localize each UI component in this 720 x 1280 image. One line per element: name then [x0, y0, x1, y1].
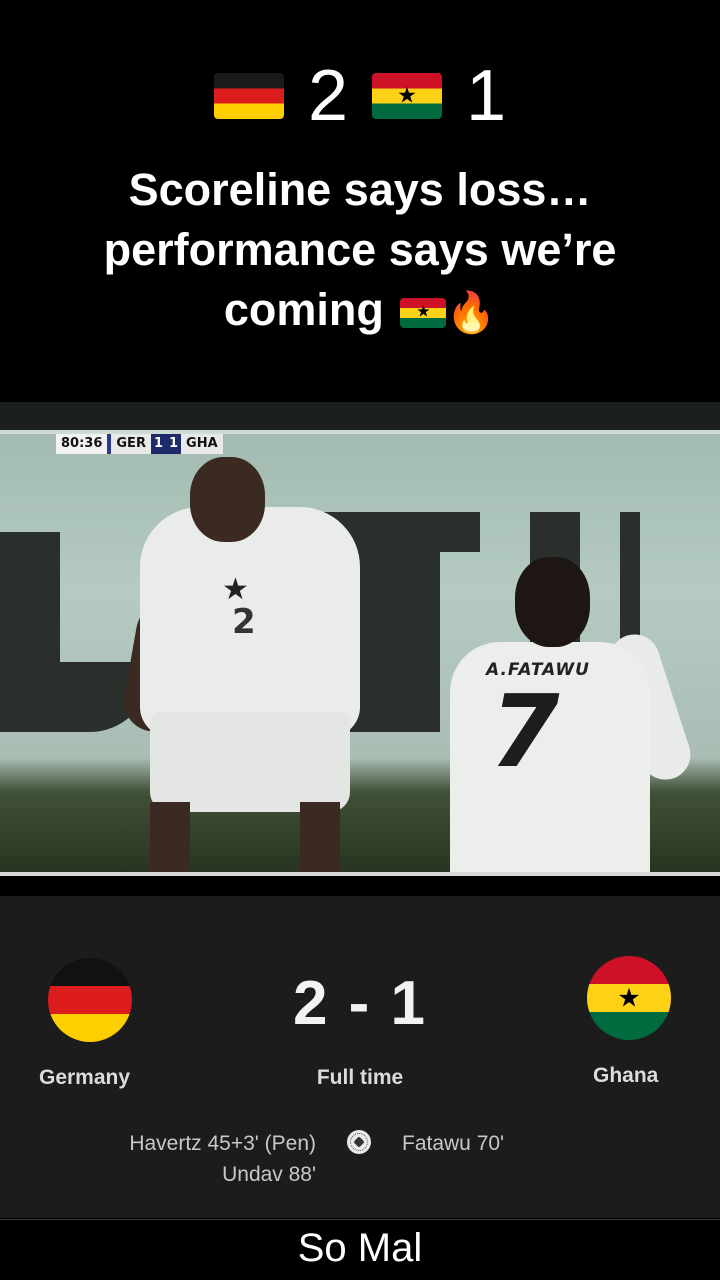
jersey-number: 7 [490, 673, 560, 790]
away-scorer: Fatawu 70' [402, 1132, 505, 1155]
player-head [515, 557, 590, 647]
headline-home-score: 2 [307, 56, 348, 136]
scorebug-home-goals: 1 [150, 434, 166, 454]
scorebug-away-team: GHA [181, 434, 223, 454]
scorebug-away-goals: 1 [166, 434, 182, 454]
player-leg [150, 802, 190, 876]
ghana-flag-icon: ★ [587, 956, 671, 1040]
jersey-number: 2 [232, 602, 256, 642]
player-head [190, 457, 265, 542]
ghana-flag-icon: ★ [400, 298, 447, 329]
match-result-card: Germany 2 - 1 Full time ★ Ghana Havertz … [0, 896, 720, 1218]
player-shorts [150, 712, 350, 812]
headline-away-score: 1 [466, 56, 507, 136]
caption-line-1: Scoreline says loss… [128, 164, 592, 215]
broadcast-scorebug: 80:36 GER 1 1 GHA [56, 434, 223, 454]
caption-text: Scoreline says loss… performance says we… [60, 160, 660, 343]
caption-line-3: coming ★ 🔥 [60, 280, 660, 343]
germany-flag-icon [213, 73, 284, 119]
scorebug-home-team: GER [111, 434, 151, 454]
footer-caption: So Mal [297, 1226, 423, 1270]
video-bottom-edge [0, 872, 720, 876]
headline-score: 2 ★ 1 [0, 60, 720, 132]
away-team-name: Ghana [593, 1064, 659, 1087]
home-scorer: Havertz 45+3' (Pen) [129, 1132, 316, 1155]
home-scorers: Havertz 45+3' (Pen) Undav 88' [129, 1128, 316, 1190]
stadium-roof [0, 402, 720, 430]
ad-board-letter [0, 532, 60, 732]
caption-line-2: performance says we’re [103, 224, 617, 275]
ghana-flag-icon: ★ [372, 73, 442, 119]
fire-icon: 🔥 [446, 291, 497, 336]
caption-line-3-text: coming [223, 284, 384, 335]
match-video-frame[interactable]: 80:36 GER 1 1 GHA ★ 2 A.FATAWU 7 [0, 402, 720, 876]
home-scorer: Undav 88' [222, 1163, 316, 1186]
soccer-ball-icon [347, 1130, 371, 1154]
match-clock: 80:36 [56, 434, 108, 454]
footer-divider [0, 1219, 720, 1220]
away-scorers: Fatawu 70' [402, 1128, 504, 1159]
player-leg [300, 802, 340, 876]
video-post: 2 ★ 1 Scoreline says loss… performance s… [0, 0, 720, 1280]
